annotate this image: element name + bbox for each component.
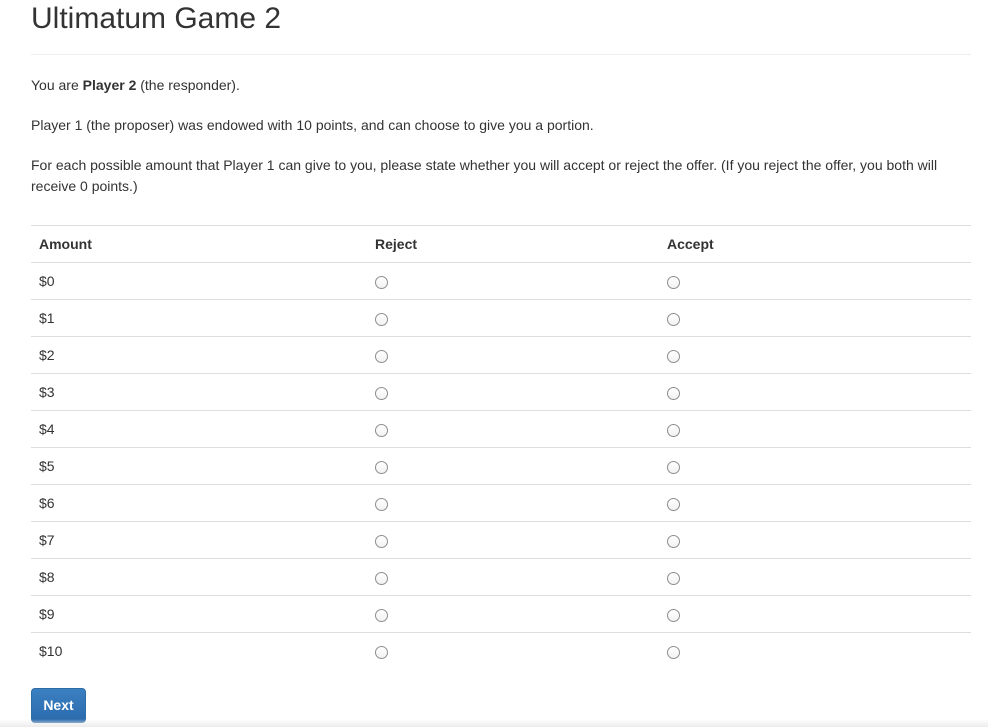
accept-cell	[659, 595, 971, 633]
amount-cell: $4	[31, 410, 367, 448]
accept-cell	[659, 484, 971, 522]
table-header-row: Amount Reject Accept	[31, 225, 971, 263]
table-row: $4	[31, 410, 971, 448]
table-row: $5	[31, 447, 971, 485]
role-statement: You are Player 2 (the responder).	[31, 75, 961, 96]
reject-radio[interactable]	[375, 276, 388, 290]
offer-table: Amount Reject Accept $0 $1 $2 $3 $4 $5 $6 $7 $8 $…	[31, 225, 971, 669]
accept-radio[interactable]	[667, 535, 680, 549]
reject-radio[interactable]	[375, 646, 388, 660]
reject-radio[interactable]	[375, 313, 388, 327]
header-amount: Amount	[31, 225, 367, 263]
accept-radio[interactable]	[667, 646, 680, 660]
accept-cell	[659, 299, 971, 337]
accept-radio[interactable]	[667, 461, 680, 475]
amount-cell: $10	[31, 632, 367, 669]
instructions-statement: For each possible amount that Player 1 c…	[31, 157, 938, 194]
role-strong: Player 2	[82, 77, 137, 93]
table-row: $9	[31, 595, 971, 633]
reject-radio[interactable]	[375, 424, 388, 438]
reject-cell	[367, 262, 659, 300]
amount-cell: $9	[31, 595, 367, 633]
reject-radio[interactable]	[375, 609, 388, 623]
amount-cell: $6	[31, 484, 367, 522]
accept-radio[interactable]	[667, 387, 680, 401]
reject-cell	[367, 484, 659, 522]
accept-radio[interactable]	[667, 276, 680, 290]
title-divider	[31, 54, 971, 55]
reject-radio[interactable]	[375, 572, 388, 586]
accept-radio[interactable]	[667, 313, 680, 327]
reject-cell	[367, 299, 659, 337]
table-row: $10	[31, 632, 971, 669]
amount-cell: $3	[31, 373, 367, 411]
reject-cell	[367, 558, 659, 596]
reject-cell	[367, 410, 659, 448]
table-row: $6	[31, 484, 971, 522]
endowment-statement: Player 1 (the proposer) was endowed with…	[31, 117, 594, 133]
accept-cell	[659, 336, 971, 374]
table-row: $8	[31, 558, 971, 596]
reject-radio[interactable]	[375, 350, 388, 364]
header-accept: Accept	[659, 225, 971, 263]
reject-radio[interactable]	[375, 387, 388, 401]
accept-cell	[659, 262, 971, 300]
reject-radio[interactable]	[375, 498, 388, 512]
accept-cell	[659, 632, 971, 669]
reject-cell	[367, 447, 659, 485]
amount-cell: $5	[31, 447, 367, 485]
reject-cell	[367, 373, 659, 411]
accept-cell	[659, 373, 971, 411]
accept-cell	[659, 521, 971, 559]
table-row: $2	[31, 336, 971, 374]
amount-cell: $7	[31, 521, 367, 559]
reject-radio[interactable]	[375, 461, 388, 475]
amount-cell: $0	[31, 262, 367, 300]
page-title: Ultimatum Game 2	[31, 2, 282, 35]
offer-table-body: $0 $1 $2 $3 $4 $5 $6 $7 $8 $9 $10	[31, 262, 971, 669]
table-row: $1	[31, 299, 971, 337]
reject-cell	[367, 632, 659, 669]
accept-cell	[659, 410, 971, 448]
accept-radio[interactable]	[667, 350, 680, 364]
reject-cell	[367, 521, 659, 559]
bottom-shadow	[0, 719, 988, 727]
accept-cell	[659, 558, 971, 596]
amount-cell: $8	[31, 558, 367, 596]
amount-cell: $1	[31, 299, 367, 337]
amount-cell: $2	[31, 336, 367, 374]
accept-radio[interactable]	[667, 572, 680, 586]
role-suffix: (the responder).	[136, 77, 240, 93]
accept-radio[interactable]	[667, 498, 680, 512]
accept-radio[interactable]	[667, 609, 680, 623]
reject-radio[interactable]	[375, 535, 388, 549]
table-row: $0	[31, 262, 971, 300]
accept-cell	[659, 447, 971, 485]
table-row: $7	[31, 521, 971, 559]
table-row: $3	[31, 373, 971, 411]
role-prefix: You are	[31, 77, 83, 93]
header-reject: Reject	[367, 225, 659, 263]
reject-cell	[367, 336, 659, 374]
reject-cell	[367, 595, 659, 633]
accept-radio[interactable]	[667, 424, 680, 438]
next-button[interactable]: Next	[31, 688, 86, 723]
